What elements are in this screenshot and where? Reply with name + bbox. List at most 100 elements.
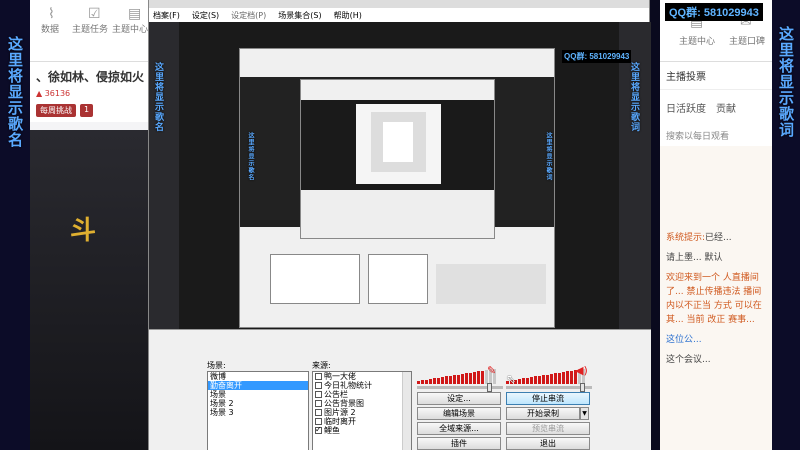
meter-bar <box>554 373 557 384</box>
edit-scene-button[interactable]: 编辑场景 <box>417 407 501 420</box>
meter-bar <box>433 378 436 384</box>
scene-item[interactable]: 场景 2 <box>208 399 308 408</box>
task-tool-button[interactable]: ☑ 主题任务 <box>70 0 110 61</box>
vote-link[interactable]: 主播投票 <box>660 62 772 90</box>
nested-preview <box>239 48 555 328</box>
scene-item[interactable]: 微博 <box>208 372 308 381</box>
meter-bar <box>562 371 565 384</box>
rank-tag[interactable]: 1 <box>80 104 94 117</box>
source-visibility-checkbox[interactable] <box>315 418 322 425</box>
preview-area[interactable]: QQ群: 581029943 这里将显示歌名 这里将显示歌词 这里将显示歌名 这… <box>149 22 651 329</box>
scene-item-selected[interactable]: 勤奋离开 <box>208 381 308 390</box>
meter-bar <box>546 374 549 384</box>
meter-bar <box>469 372 472 384</box>
obs-control-panel: 场景: 来源: 微博 勤奋离开 场景 场景 2 场景 3 鸭一大佬 今日礼物统计公… <box>149 329 651 450</box>
meter-bar <box>542 375 545 384</box>
plugins-button[interactable]: 插件 <box>417 437 501 450</box>
meter-bar <box>538 375 541 384</box>
chat-message: 这位公... <box>666 335 702 345</box>
meter-bar <box>465 373 468 384</box>
chat-message: 请上墨... 默认 <box>666 253 723 263</box>
desktop: ⌇ 数据 ☑ 主题任务 ▤ 主题中心 、徐如林、侵掠如火 ▲ 36136 每周挑战 1… <box>0 0 800 450</box>
mic-level-meter <box>417 368 496 384</box>
meter-bar <box>445 376 448 384</box>
meter-bar <box>518 379 521 384</box>
global-sources-button[interactable]: 全域来源... <box>417 422 501 435</box>
chat-panel: 系统提示:已经... 请上墨... 默认 欢迎来到一个 人直播间 了... 禁止… <box>660 225 772 379</box>
meter-bar <box>550 373 553 384</box>
left-overlay-strip: 这里将显示歌名 <box>0 0 30 450</box>
source-name: 公告栏 <box>324 390 348 399</box>
source-item[interactable]: 临时离开 <box>313 417 411 426</box>
stop-stream-button[interactable]: 停止串流 <box>506 392 590 405</box>
source-item[interactable]: 鸭一大佬 <box>313 372 411 381</box>
search-input[interactable]: 搜索以每日观看 <box>660 125 772 146</box>
source-visibility-checkbox[interactable] <box>315 400 322 407</box>
menu-help[interactable]: 帮助(H) <box>334 10 362 21</box>
menu-file[interactable]: 档案(F) <box>153 10 180 21</box>
meter-bar <box>566 371 569 384</box>
meter-bar <box>534 376 537 384</box>
source-item[interactable]: 今日礼物统计 <box>313 381 411 390</box>
menu-settings[interactable]: 设定(S) <box>192 10 219 21</box>
menu-profile[interactable]: 设定档(P) <box>231 10 266 21</box>
chart-icon: ⌇ <box>48 6 55 22</box>
sources-list[interactable]: 鸭一大佬今日礼物统计公告栏公告背景图图片源 2临时离开鲤鱼 <box>312 371 412 450</box>
microphone-icon[interactable]: ✎ <box>487 364 496 377</box>
lyrics-overlay: 这里将显示歌词 <box>777 26 795 138</box>
data-tool-button[interactable]: ⌇ 数据 <box>30 0 70 61</box>
meter-bar <box>558 372 561 384</box>
stream-video: 斗 <box>30 130 150 450</box>
sources-label: 来源: <box>312 361 331 370</box>
right-overlay-strip: 这里将显示歌词 <box>772 0 800 450</box>
source-visibility-checkbox[interactable] <box>315 409 322 416</box>
qq-group-label: QQ群: 581029943 <box>665 3 763 21</box>
sources-scrollbar[interactable] <box>402 372 411 450</box>
tab-daily-activity[interactable]: 日活跃度 <box>666 100 706 115</box>
meter-bar <box>441 377 444 384</box>
tab-contribution[interactable]: 贡献 <box>716 100 736 115</box>
source-visibility-checkbox[interactable] <box>315 382 322 389</box>
nested-song-title-2: 这里将显示歌名 <box>247 132 254 181</box>
source-visibility-checkbox[interactable] <box>315 391 322 398</box>
nested-lyrics: 这里将显示歌词 <box>629 62 639 132</box>
speaker-icon[interactable]: ◀) <box>575 364 588 377</box>
source-visibility-checkbox[interactable] <box>315 373 322 380</box>
nested-song-title: 这里将显示歌名 <box>153 62 163 132</box>
streamer-info: 、徐如林、侵掠如火 ▲ 36136 每周挑战 1 <box>30 62 150 122</box>
game-logo-text: 斗 <box>70 216 97 246</box>
checklist-icon: ☑ <box>88 6 101 22</box>
scene-item[interactable]: 场景 3 <box>208 408 308 417</box>
fan-count: ▲ 36136 <box>36 89 71 98</box>
record-dropdown-icon[interactable]: ▼ <box>580 407 589 420</box>
challenge-tag[interactable]: 每周挑战 <box>36 104 76 117</box>
source-name: 公告背景图 <box>324 399 364 408</box>
obs-window: 档案(F) 设定(S) 设定档(P) 场景集合(S) 帮助(H) QQ群: 58… <box>148 0 651 450</box>
volume-knob[interactable] <box>580 383 586 392</box>
source-item[interactable]: 公告背景图 <box>313 399 411 408</box>
exit-button[interactable]: 退出 <box>506 437 590 450</box>
preview-stream-button[interactable]: 预览串流 <box>506 422 590 435</box>
source-visibility-checkbox[interactable] <box>315 425 322 434</box>
source-item[interactable]: 鲤鱼 <box>313 425 411 435</box>
meter-bar <box>477 371 480 384</box>
scene-item[interactable]: 场景 <box>208 390 308 399</box>
mouse-cursor-icon: ⇖ <box>506 372 517 386</box>
background-chat-app: ▤ 主题中心 ✉ 主题口碑 主播投票 日活跃度 贡献 搜索以每日观看 系统提示:已经… <box>660 0 772 450</box>
meter-bar <box>473 371 476 384</box>
meter-bar <box>570 370 573 384</box>
meter-bar <box>526 377 529 384</box>
source-item[interactable]: 图片源 2 <box>313 408 411 417</box>
source-item[interactable]: 公告栏 <box>313 390 411 399</box>
volume-knob[interactable] <box>487 383 493 392</box>
desktop-volume-slider[interactable] <box>506 386 592 389</box>
menu-scene-collection[interactable]: 场景集合(S) <box>278 10 321 21</box>
meter-bar <box>522 378 525 384</box>
obs-titlebar <box>149 0 649 8</box>
theme-tool-button[interactable]: ▤ 主题中心 <box>110 0 150 61</box>
start-record-button[interactable]: 开始录制 <box>506 407 580 420</box>
settings-button[interactable]: 设定... <box>417 392 501 405</box>
meter-bar <box>530 377 533 384</box>
nested-preview-inner <box>300 79 495 239</box>
scenes-list[interactable]: 微博 勤奋离开 场景 场景 2 场景 3 <box>207 371 309 450</box>
